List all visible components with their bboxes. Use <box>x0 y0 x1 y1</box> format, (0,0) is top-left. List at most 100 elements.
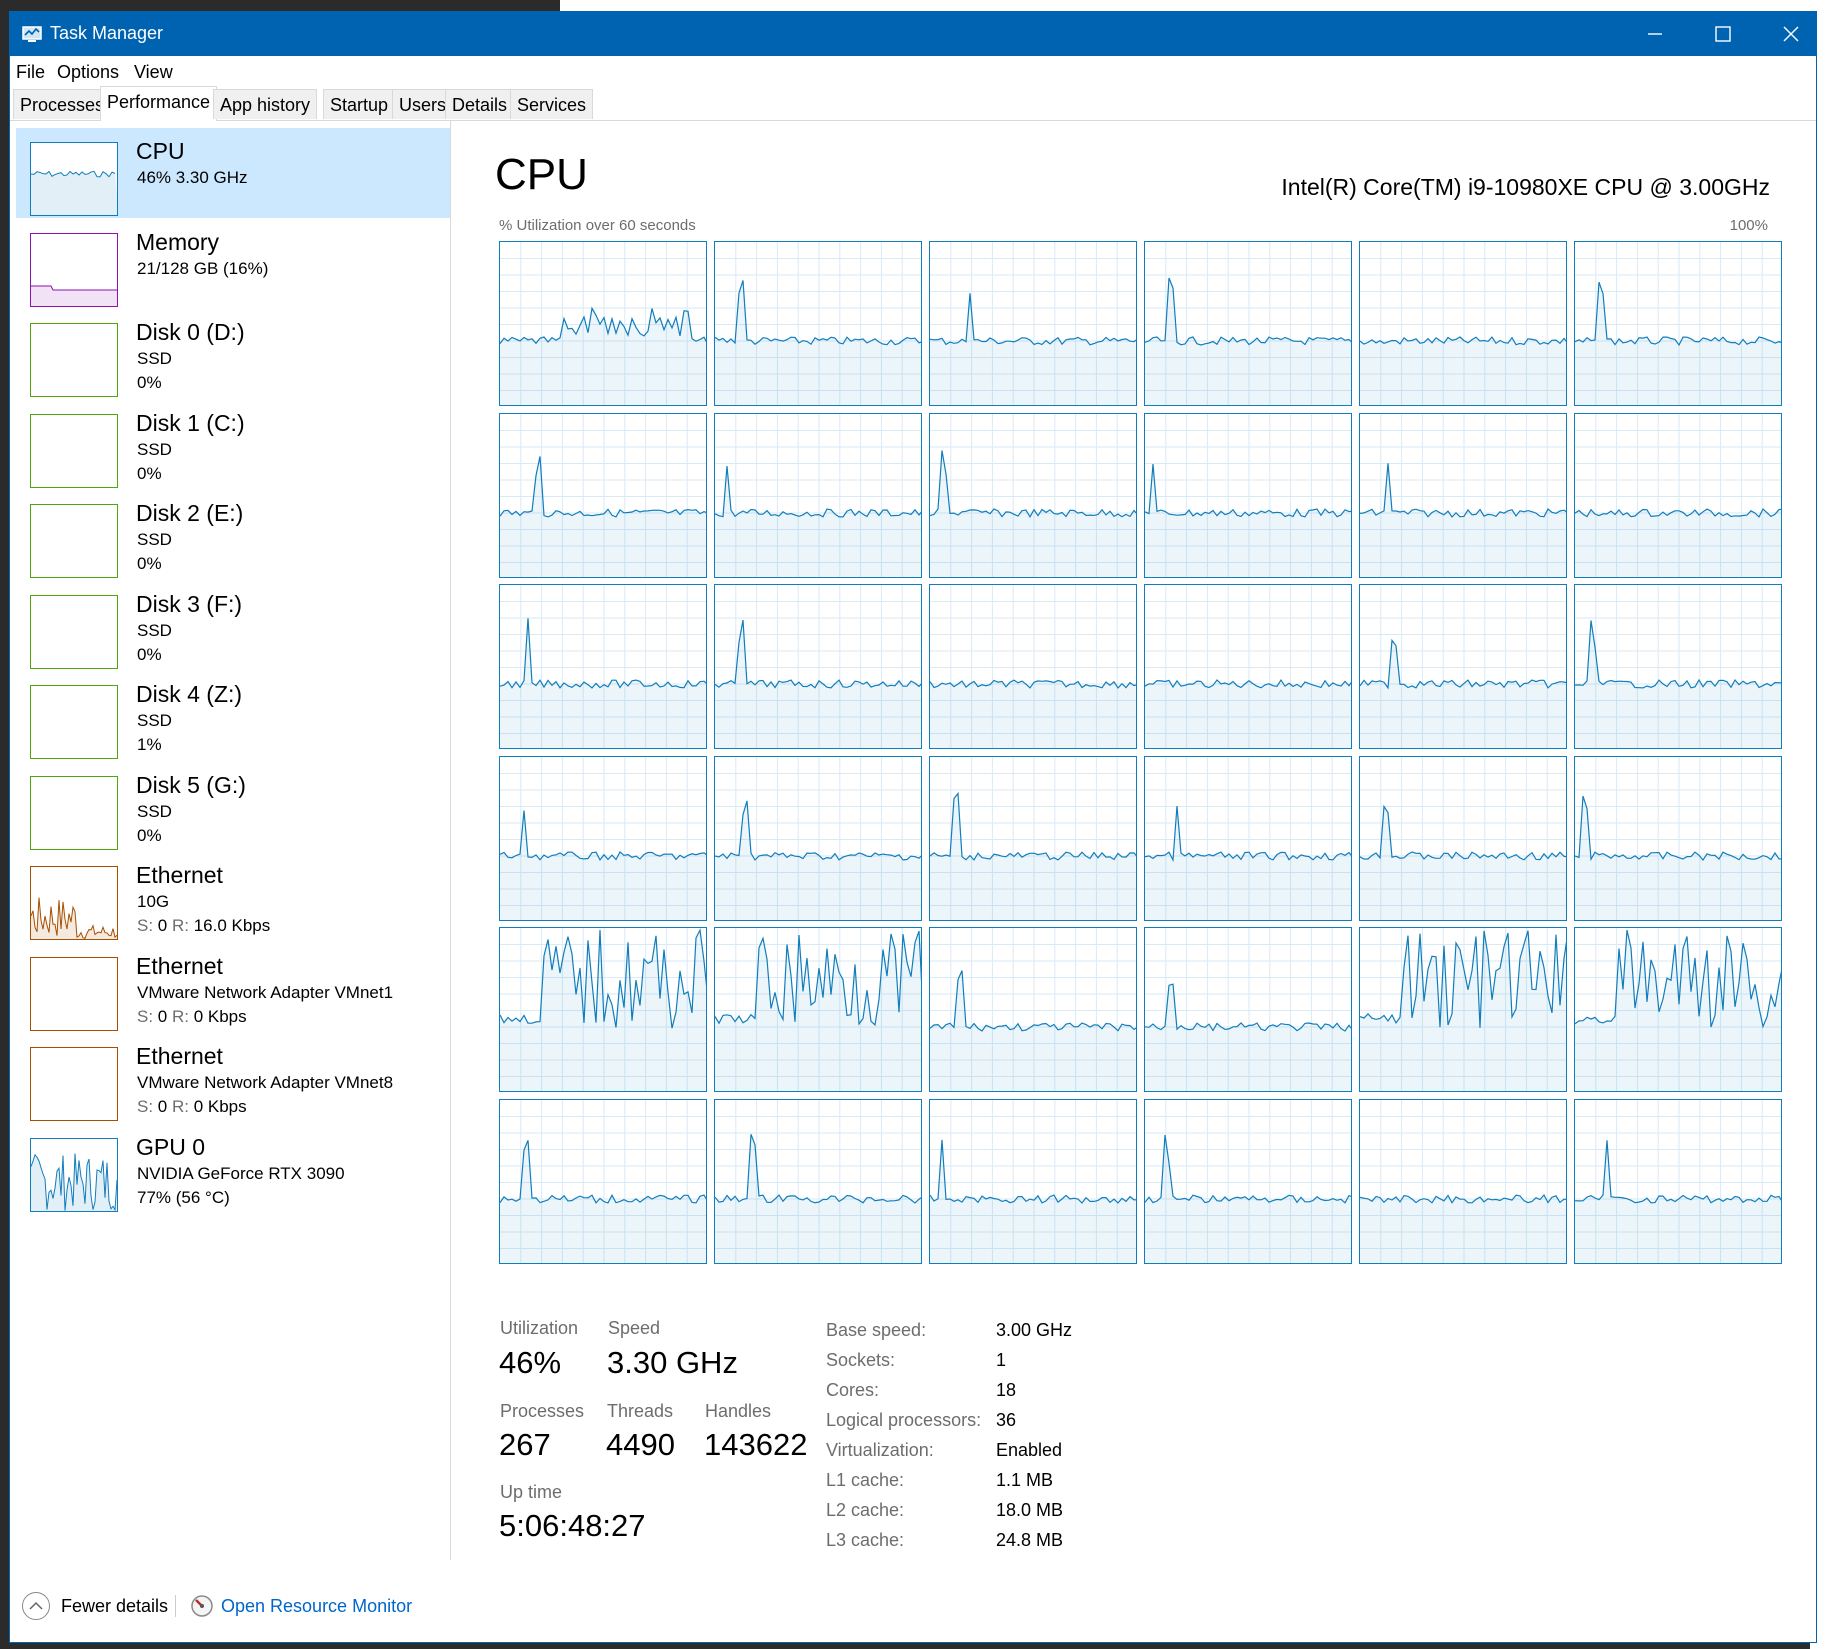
sidebar-item[interactable]: Ethernet 10G S: 0 R: 16.0 Kbps <box>16 852 450 942</box>
sidebar-item[interactable]: CPU 46% 3.30 GHz <box>16 128 450 218</box>
utilization-axis-label: % Utilization over 60 seconds <box>499 217 696 234</box>
sidebar-thumbnail-graph <box>30 142 118 216</box>
logical-processor-graph <box>929 412 1137 578</box>
logical-processor-graph <box>1359 927 1567 1092</box>
sidebar-thumbnail-graph <box>30 1047 118 1121</box>
menu-view[interactable]: View <box>134 62 173 83</box>
menu-options[interactable]: Options <box>57 62 119 83</box>
utilization-max-label: 100% <box>1729 217 1768 234</box>
sidebar-item[interactable]: Disk 0 (D:) SSD 0% <box>16 309 450 399</box>
sidebar-item-name: Disk 2 (E:) <box>136 500 244 526</box>
sidebar-item-name: Ethernet <box>136 862 223 888</box>
logical-processor-graph <box>929 241 1137 406</box>
tab-users[interactable]: Users <box>392 89 454 119</box>
tab-performance[interactable]: Performance <box>100 86 218 121</box>
sidebar-thumbnail-graph <box>30 1137 118 1212</box>
sidebar-item[interactable]: Disk 5 (G:) SSD 0% <box>16 762 450 852</box>
close-button[interactable] <box>1756 12 1816 56</box>
logical-processor-graph <box>1144 584 1352 749</box>
sidebar-item-detail: NVIDIA GeForce RTX 3090 <box>137 1163 345 1183</box>
sidebar-thumbnail-graph <box>30 594 118 669</box>
logical-processor-graph <box>499 927 707 1092</box>
sidebar-item-detail: 46% 3.30 GHz <box>137 168 248 187</box>
sidebar-item-detail: 21/128 GB (16%) <box>137 258 269 278</box>
sidebar-thumbnail-graph <box>30 232 118 307</box>
sidebar-thumbnail-graph <box>30 413 118 488</box>
sidebar-item[interactable]: Ethernet VMware Network Adapter VMnet1 S: … <box>16 943 450 1033</box>
sidebar-item-detail: SSD <box>137 711 172 730</box>
minimize-button[interactable] <box>1620 12 1690 56</box>
close-icon <box>1783 26 1799 42</box>
cpu-model-name: Intel(R) Core(TM) i9-10980XE CPU @ 3.00G… <box>1281 174 1770 200</box>
processes-value: 267 <box>499 1427 551 1462</box>
logical-processor-graph <box>1144 412 1352 578</box>
sidebar-item-detail: SSD <box>137 801 172 821</box>
sidebar-thumbnail-graph <box>30 504 118 578</box>
sidebar-item-value: S: 0 R: 0 Kbps <box>137 1006 247 1026</box>
uptime-value: 5:06:48:27 <box>499 1508 646 1543</box>
fewer-details-button[interactable]: Fewer details <box>61 1596 168 1617</box>
footer-divider <box>175 1595 176 1617</box>
threads-label: Threads <box>607 1401 674 1421</box>
task-manager-icon <box>22 26 42 42</box>
logical-processor-graph <box>929 1098 1137 1264</box>
logical-processor-graph <box>1359 241 1567 406</box>
sidebar-item-name: GPU 0 <box>136 1133 206 1160</box>
menu-file[interactable]: File <box>16 62 45 83</box>
sidebar-item[interactable]: Disk 2 (E:) SSD 0% <box>16 490 450 580</box>
maximize-button[interactable] <box>1688 12 1758 56</box>
sidebar-item-value: 0% <box>137 554 162 573</box>
logical-processor-graph <box>1144 1098 1352 1264</box>
chevron-up-icon[interactable] <box>22 1592 50 1620</box>
sidebar-item[interactable]: Memory 21/128 GB (16%) <box>16 219 450 309</box>
open-resource-monitor-link[interactable]: Open Resource Monitor <box>221 1596 412 1617</box>
spec-label: Cores: <box>826 1380 880 1400</box>
page-title: CPU <box>495 150 588 199</box>
tab-app-history[interactable]: App history <box>213 89 318 119</box>
logical-processor-graph <box>929 927 1137 1092</box>
sidebar-item-detail: SSD <box>137 349 172 368</box>
spec-label: L1 cache: <box>826 1470 905 1490</box>
sidebar-item[interactable]: GPU 0 NVIDIA GeForce RTX 3090 77% (56 °C) <box>16 1124 450 1214</box>
resource-monitor-icon[interactable] <box>190 1594 214 1618</box>
logical-processor-graph <box>1574 584 1782 749</box>
spec-value: 18 <box>996 1380 1017 1400</box>
sidebar-item-value: S: 0 R: 16.0 Kbps <box>137 916 271 935</box>
title-bar[interactable]: Task Manager <box>10 12 1816 56</box>
sidebar-item-detail: 10G <box>137 892 170 911</box>
sidebar-item-value: 1% <box>137 735 162 754</box>
spec-value: 36 <box>996 1410 1017 1430</box>
logical-processor-graph <box>499 584 707 749</box>
sidebar-item-detail: VMware Network Adapter VMnet1 <box>137 982 394 1002</box>
sidebar-item-name: Ethernet <box>136 1043 223 1069</box>
sidebar-item[interactable]: Disk 1 (C:) SSD 0% <box>16 400 450 490</box>
spec-value: 18.0 MB <box>996 1500 1064 1520</box>
tab-services[interactable]: Services <box>510 89 594 119</box>
sidebar-thumbnail-graph <box>30 866 118 940</box>
tab-processes[interactable]: Processes <box>13 89 112 119</box>
logical-processor-graph <box>714 1098 922 1264</box>
utilization-label: Utilization <box>500 1318 579 1338</box>
logical-processor-graph <box>1359 1098 1567 1264</box>
sidebar-thumbnail-graph <box>30 685 118 759</box>
sidebar-item-name: Memory <box>136 228 220 255</box>
handles-label: Handles <box>705 1401 772 1421</box>
tab-startup[interactable]: Startup <box>323 89 396 119</box>
logical-processor-graph <box>1574 755 1782 921</box>
sidebar-item-name: Disk 5 (G:) <box>136 771 246 798</box>
sidebar-item[interactable]: Disk 3 (F:) SSD 0% <box>16 581 450 671</box>
sidebar-item-name: Ethernet <box>136 952 223 979</box>
utilization-value: 46% <box>499 1345 562 1380</box>
tab-details[interactable]: Details <box>445 89 515 119</box>
logical-processor-graph <box>1359 412 1567 578</box>
logical-processor-graph <box>1359 584 1567 749</box>
spec-label: L3 cache: <box>826 1530 905 1550</box>
sidebar-item[interactable]: Ethernet VMware Network Adapter VMnet8 S: … <box>16 1033 450 1123</box>
logical-processor-graph <box>1144 755 1352 921</box>
spec-label: Sockets: <box>826 1350 896 1370</box>
speed-label: Speed <box>608 1318 661 1338</box>
sidebar-item[interactable]: Disk 4 (Z:) SSD 1% <box>16 671 450 761</box>
logical-processor-graph <box>714 927 922 1092</box>
logical-processor-graph <box>499 412 707 578</box>
logical-processor-graph <box>499 241 707 406</box>
